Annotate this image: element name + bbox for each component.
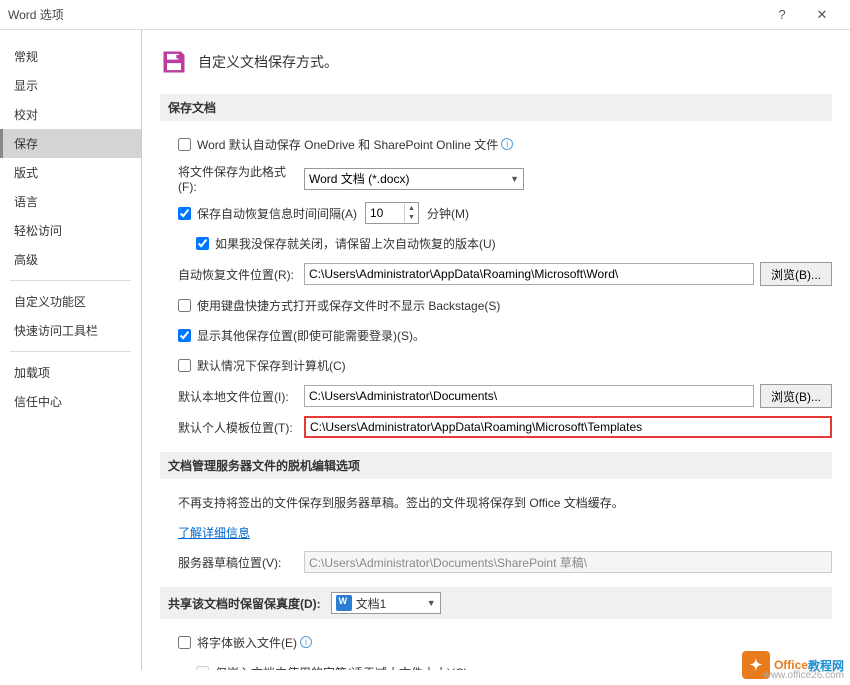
row-no-backstage: 使用键盘快捷方式打开或保存文件时不显示 Backstage(S)	[160, 294, 832, 316]
title-bar: Word 选项 ? ✕	[0, 0, 850, 30]
sidebar: 常规 显示 校对 保存 版式 语言 轻松访问 高级 自定义功能区 快速访问工具栏…	[0, 30, 142, 670]
row-server-draft: 服务器草稿位置(V):	[160, 551, 832, 573]
label-show-other: 显示其他保存位置(即使可能需要登录)(S)。	[197, 327, 425, 344]
select-save-format-value: Word 文档 (*.docx)	[309, 170, 409, 187]
row-embed-fonts: 将字体嵌入文件(E) i	[160, 631, 832, 653]
label-fidelity-title: 共享该文档时保留保真度(D):	[168, 595, 321, 612]
row-only-used: 仅嵌入文档中使用的字符(适于减小文件大小)(C)	[160, 661, 832, 670]
label-autosave-onedrive: Word 默认自动保存 OneDrive 和 SharePoint Online…	[197, 136, 498, 153]
input-server-draft	[304, 551, 832, 573]
watermark-url: www.office26.com	[764, 670, 844, 681]
checkbox-embed-fonts[interactable]	[178, 636, 191, 649]
sidebar-item-ease[interactable]: 轻松访问	[0, 216, 141, 245]
row-learn-more: 了解详细信息	[160, 521, 832, 543]
sidebar-item-ribbon[interactable]: 自定义功能区	[0, 287, 141, 316]
sidebar-item-addins[interactable]: 加载项	[0, 358, 141, 387]
sidebar-item-display[interactable]: 显示	[0, 71, 141, 100]
checkbox-autosave-onedrive[interactable]	[178, 138, 191, 151]
save-icon	[160, 48, 188, 76]
row-offline-desc: 不再支持将签出的文件保存到服务器草稿。签出的文件现将保存到 Office 文档缓…	[160, 491, 832, 513]
sidebar-item-proofing[interactable]: 校对	[0, 100, 141, 129]
select-save-format[interactable]: Word 文档 (*.docx) ▼	[304, 168, 524, 190]
spinner-arrows[interactable]: ▲▼	[404, 204, 418, 222]
section-offline: 文档管理服务器文件的脱机编辑选项	[160, 452, 832, 479]
main-area: 常规 显示 校对 保存 版式 语言 轻松访问 高级 自定义功能区 快速访问工具栏…	[0, 30, 850, 670]
sidebar-item-save[interactable]: 保存	[0, 129, 141, 158]
row-autorecover: 保存自动恢复信息时间间隔(A) 10 ▲▼ 分钟(M)	[160, 202, 832, 224]
label-autorecover-path: 自动恢复文件位置(R):	[178, 266, 304, 283]
row-default-local: 默认情况下保存到计算机(C)	[160, 354, 832, 376]
sidebar-item-advanced[interactable]: 高级	[0, 245, 141, 274]
info-icon[interactable]: i	[501, 138, 513, 150]
select-fidelity-value: 文档1	[356, 595, 387, 612]
section-fidelity: 共享该文档时保留保真度(D): 文档1 ▼	[160, 587, 832, 619]
input-default-local-path[interactable]	[304, 385, 754, 407]
browse-button-autorecover[interactable]: 浏览(B)...	[760, 262, 832, 286]
label-minutes: 分钟(M)	[427, 205, 469, 222]
checkbox-show-other[interactable]	[178, 329, 191, 342]
checkbox-autorecover[interactable]	[178, 207, 191, 220]
label-autorecover: 保存自动恢复信息时间间隔(A)	[197, 205, 357, 222]
content-pane: 自定义文档保存方式。 保存文档 Word 默认自动保存 OneDrive 和 S…	[142, 30, 850, 670]
word-doc-icon	[336, 595, 352, 611]
row-default-template-path: 默认个人模板位置(T):	[160, 416, 832, 438]
watermark-logo: ✦ Office 教程网 www.office26.com	[742, 651, 844, 679]
row-autosave-onedrive: Word 默认自动保存 OneDrive 和 SharePoint Online…	[160, 133, 832, 155]
page-title: 自定义文档保存方式。	[198, 52, 338, 72]
checkbox-only-used	[196, 666, 209, 671]
label-offline-desc: 不再支持将签出的文件保存到服务器草稿。签出的文件现将保存到 Office 文档缓…	[178, 494, 624, 511]
help-button[interactable]: ?	[762, 7, 802, 22]
sidebar-separator	[10, 280, 131, 281]
row-keep-last: 如果我没保存就关闭，请保留上次自动恢复的版本(U)	[160, 232, 832, 254]
row-save-format: 将文件保存为此格式(F): Word 文档 (*.docx) ▼	[160, 163, 832, 194]
sidebar-item-layout[interactable]: 版式	[0, 158, 141, 187]
input-default-template-path[interactable]	[304, 416, 832, 438]
sidebar-item-language[interactable]: 语言	[0, 187, 141, 216]
spinner-autorecover-minutes[interactable]: 10 ▲▼	[365, 202, 419, 224]
label-no-backstage: 使用键盘快捷方式打开或保存文件时不显示 Backstage(S)	[197, 297, 500, 314]
label-default-local-path: 默认本地文件位置(I):	[178, 388, 304, 405]
window-title: Word 选项	[8, 6, 762, 23]
input-autorecover-path[interactable]	[304, 263, 754, 285]
row-autorecover-path: 自动恢复文件位置(R): 浏览(B)...	[160, 262, 832, 286]
label-embed-fonts: 将字体嵌入文件(E)	[197, 634, 297, 651]
sidebar-separator	[10, 351, 131, 352]
label-server-draft: 服务器草稿位置(V):	[178, 554, 304, 571]
chevron-down-icon: ▼	[427, 598, 436, 608]
checkbox-no-backstage[interactable]	[178, 299, 191, 312]
label-save-format: 将文件保存为此格式(F):	[178, 163, 304, 194]
sidebar-item-qat[interactable]: 快速访问工具栏	[0, 316, 141, 345]
row-show-other: 显示其他保存位置(即使可能需要登录)(S)。	[160, 324, 832, 346]
spinner-value: 10	[366, 206, 404, 220]
info-icon[interactable]: i	[300, 636, 312, 648]
chevron-down-icon: ▼	[510, 174, 519, 184]
section-save-documents: 保存文档	[160, 94, 832, 121]
row-default-local-path: 默认本地文件位置(I): 浏览(B)...	[160, 384, 832, 408]
browse-button-local[interactable]: 浏览(B)...	[760, 384, 832, 408]
checkbox-default-local[interactable]	[178, 359, 191, 372]
page-header: 自定义文档保存方式。	[160, 48, 832, 76]
label-default-local: 默认情况下保存到计算机(C)	[197, 357, 346, 374]
sidebar-item-trust[interactable]: 信任中心	[0, 387, 141, 416]
label-keep-last: 如果我没保存就关闭，请保留上次自动恢复的版本(U)	[215, 235, 496, 252]
label-only-used: 仅嵌入文档中使用的字符(适于减小文件大小)(C)	[215, 664, 468, 671]
checkbox-keep-last[interactable]	[196, 237, 209, 250]
close-button[interactable]: ✕	[802, 7, 842, 23]
label-default-template-path: 默认个人模板位置(T):	[178, 419, 304, 436]
select-fidelity-doc[interactable]: 文档1 ▼	[331, 592, 441, 614]
sidebar-item-general[interactable]: 常规	[0, 42, 141, 71]
link-learn-more[interactable]: 了解详细信息	[178, 524, 250, 541]
